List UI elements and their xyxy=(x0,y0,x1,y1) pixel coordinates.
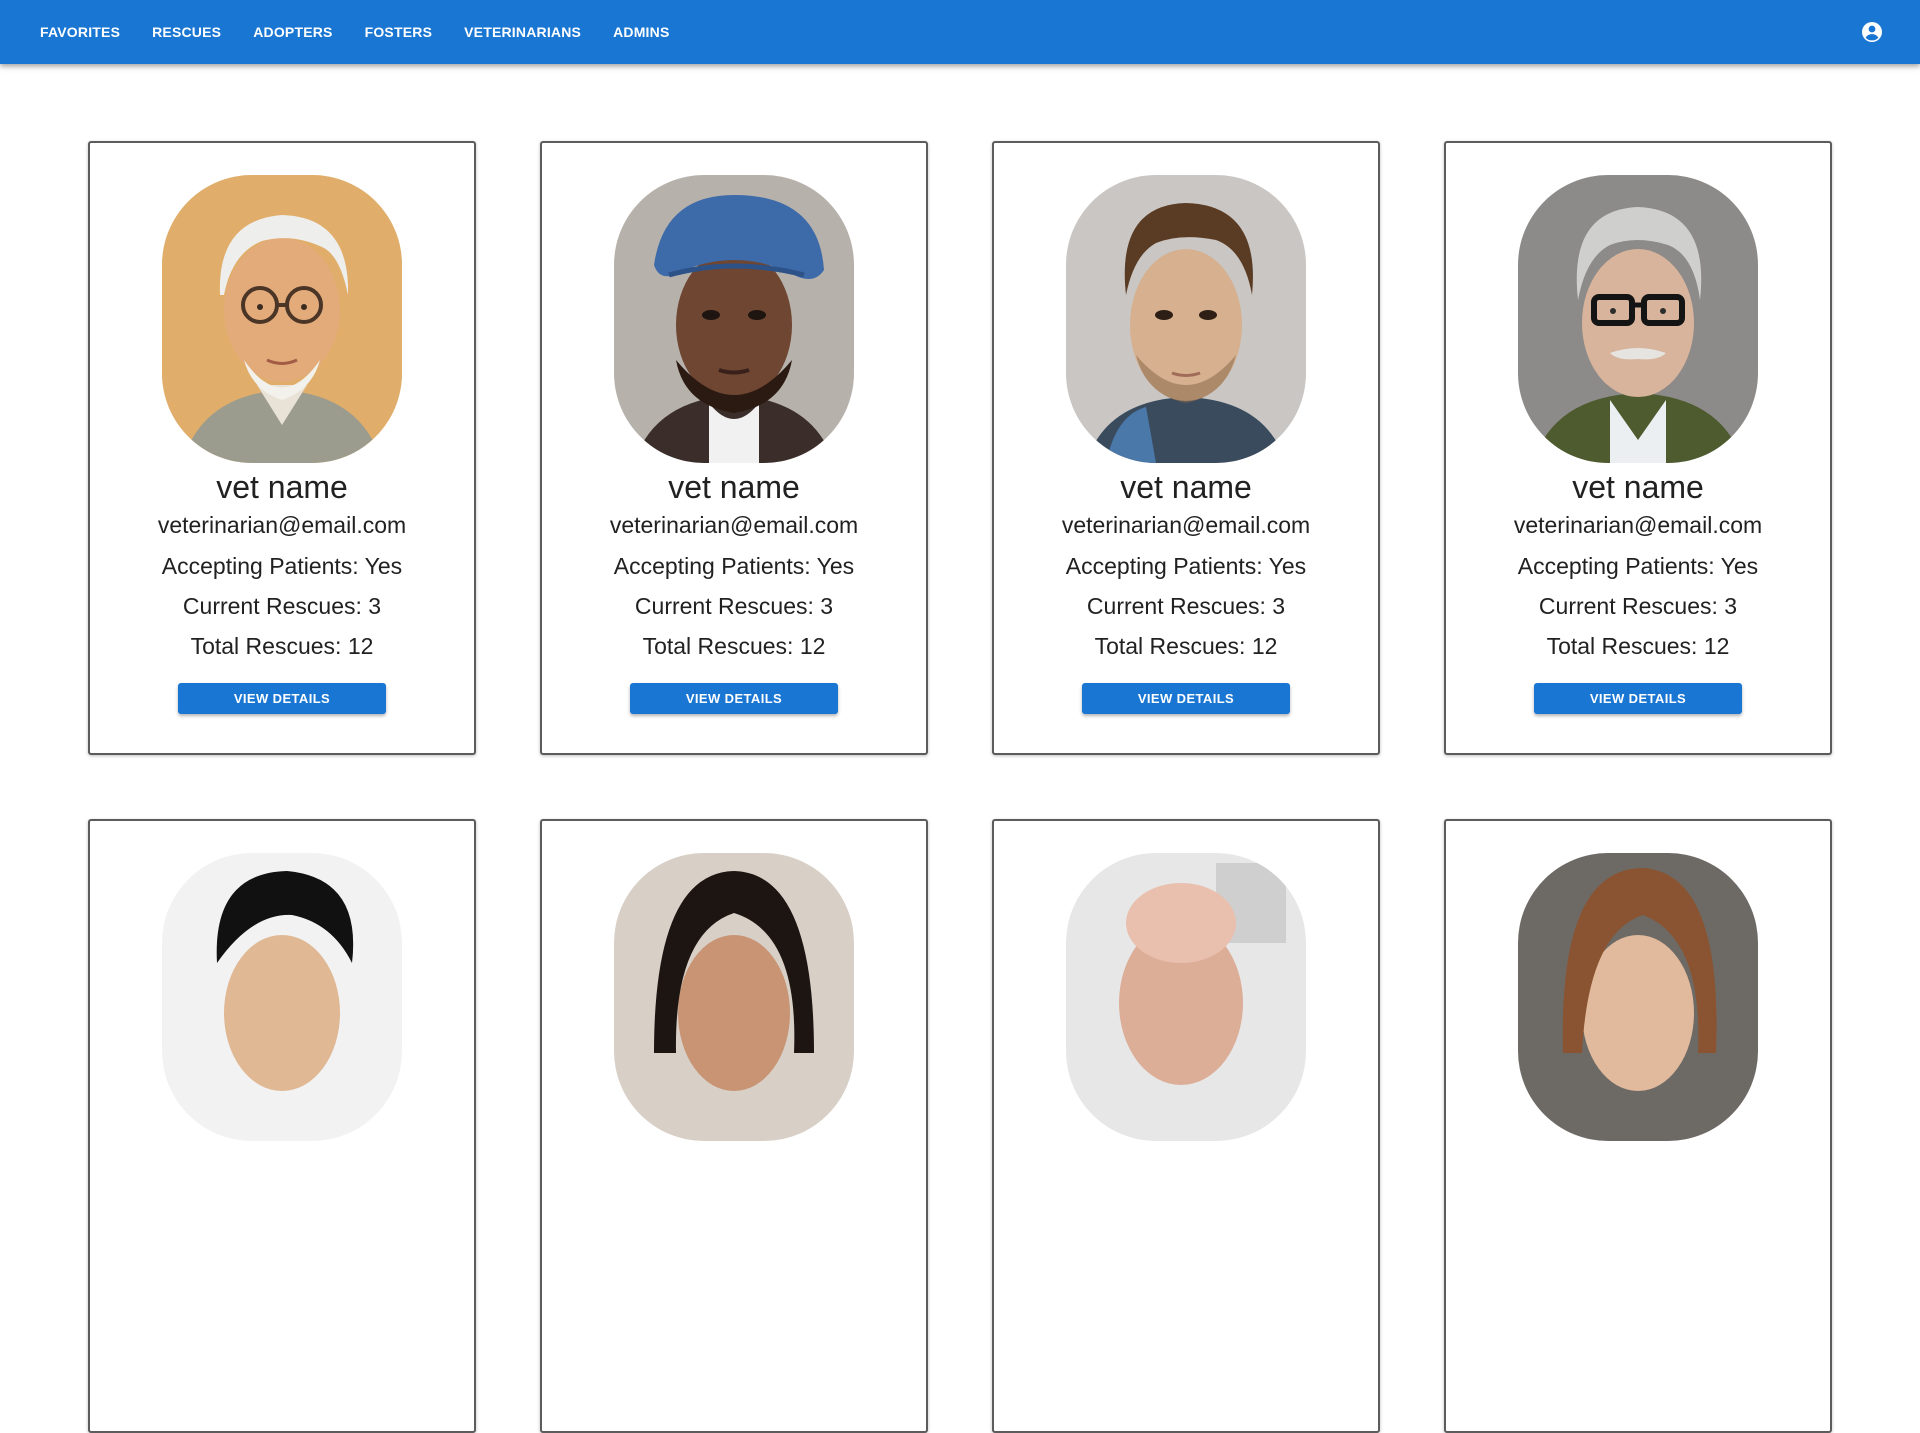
current-rescues: Current Rescues: 3 xyxy=(182,593,382,619)
total-rescues: Total Rescues: 12 xyxy=(190,633,374,659)
vet-photo xyxy=(614,853,854,1141)
vet-name: vet name xyxy=(668,469,800,505)
vet-card-grid: vet name veterinarian@email.com Acceptin… xyxy=(88,141,1832,1433)
vet-card xyxy=(1444,819,1832,1433)
vet-card xyxy=(540,819,928,1433)
vet-photo xyxy=(1066,175,1306,463)
vet-card: vet name veterinarian@email.com Acceptin… xyxy=(992,141,1380,755)
main-nav: FAVORITES RESCUES ADOPTERS FOSTERS VETER… xyxy=(32,0,686,64)
total-rescues: Total Rescues: 12 xyxy=(1094,633,1278,659)
vet-card: vet name veterinarian@email.com Acceptin… xyxy=(1444,141,1832,755)
vet-photo xyxy=(1066,853,1306,1141)
accepting-patients: Accepting Patients: Yes xyxy=(1517,553,1759,579)
current-rescues: Current Rescues: 3 xyxy=(634,593,834,619)
vet-photo xyxy=(162,853,402,1141)
accepting-patients: Accepting Patients: Yes xyxy=(613,553,855,579)
vet-photo xyxy=(614,175,854,463)
vet-email: veterinarian@email.com xyxy=(157,512,407,538)
current-rescues: Current Rescues: 3 xyxy=(1086,593,1286,619)
accepting-patients: Accepting Patients: Yes xyxy=(161,553,403,579)
view-details-button[interactable]: VIEW DETAILS xyxy=(178,683,386,714)
accepting-patients: Accepting Patients: Yes xyxy=(1065,553,1307,579)
vet-photo xyxy=(1518,853,1758,1141)
nav-rescues[interactable]: RESCUES xyxy=(136,12,237,52)
view-details-button[interactable]: VIEW DETAILS xyxy=(1082,683,1290,714)
vet-photo xyxy=(1518,175,1758,463)
vet-card xyxy=(88,819,476,1433)
vet-name: vet name xyxy=(1120,469,1252,505)
account-circle-icon[interactable] xyxy=(1860,20,1884,44)
vet-email: veterinarian@email.com xyxy=(1061,512,1311,538)
nav-adopters[interactable]: ADOPTERS xyxy=(237,12,348,52)
vet-card: vet name veterinarian@email.com Acceptin… xyxy=(540,141,928,755)
nav-favorites[interactable]: FAVORITES xyxy=(32,12,136,52)
vet-email: veterinarian@email.com xyxy=(609,512,859,538)
current-rescues: Current Rescues: 3 xyxy=(1538,593,1738,619)
total-rescues: Total Rescues: 12 xyxy=(1546,633,1730,659)
nav-fosters[interactable]: FOSTERS xyxy=(349,12,449,52)
view-details-button[interactable]: VIEW DETAILS xyxy=(1534,683,1742,714)
vet-card xyxy=(992,819,1380,1433)
app-bar: FAVORITES RESCUES ADOPTERS FOSTERS VETER… xyxy=(0,0,1920,64)
vet-name: vet name xyxy=(216,469,348,505)
nav-veterinarians[interactable]: VETERINARIANS xyxy=(448,12,597,52)
vet-email: veterinarian@email.com xyxy=(1513,512,1763,538)
vet-card: vet name veterinarian@email.com Acceptin… xyxy=(88,141,476,755)
view-details-button[interactable]: VIEW DETAILS xyxy=(630,683,838,714)
total-rescues: Total Rescues: 12 xyxy=(642,633,826,659)
vet-name: vet name xyxy=(1572,469,1704,505)
nav-admins[interactable]: ADMINS xyxy=(597,12,685,52)
vet-photo xyxy=(162,175,402,463)
